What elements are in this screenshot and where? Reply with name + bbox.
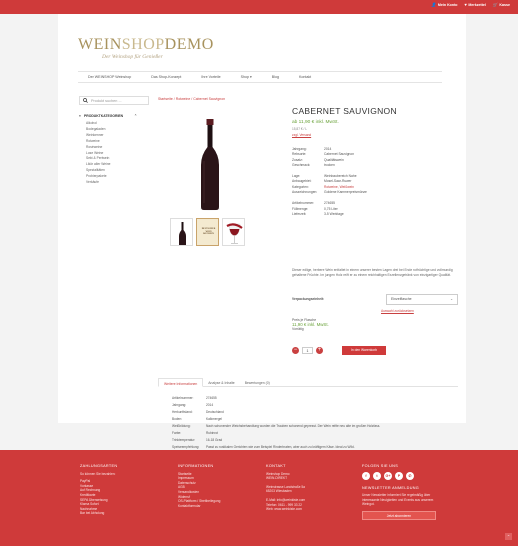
table-row: Farbe: Rubinrot: [172, 431, 219, 436]
cart-icon: 🛒: [492, 2, 498, 7]
nav-item-shop[interactable]: Shop ▾: [241, 75, 252, 79]
quantity-input[interactable]: 1: [302, 347, 313, 354]
tab-analyse[interactable]: Analyse & Inhalte: [203, 378, 239, 387]
product-info: CABERNET SAUVIGNON ab 11,90 € inkl. MwSt…: [292, 106, 458, 217]
thumbnail-label-text: DEUTSCHER WEIN ROTWEIN: [201, 228, 216, 236]
nav-item-vorteile[interactable]: Ihre Vorteile: [201, 75, 220, 79]
breadcrumb[interactable]: Startseite / Rotweine / Cabernet Sauvign…: [158, 97, 225, 101]
logo-wordmark: WEINSHOPDEMO: [78, 36, 214, 53]
menu-icon: ≡: [79, 114, 81, 118]
thumbnail-bottle[interactable]: [170, 218, 193, 246]
quantity-increase-button[interactable]: +: [316, 347, 323, 354]
table-row: Artikelnummer: 274655: [172, 396, 217, 400]
quantity-decrease-button[interactable]: −: [292, 347, 299, 354]
footer-info: INFORMATIONEN Startseite Impressum Daten…: [178, 464, 221, 509]
email-link[interactable]: E-Mail: info@weinkiste.com: [266, 498, 305, 503]
wine-glass-image: [226, 223, 243, 244]
site-footer: ZAHLUNGSARTEN So können Sie bezahlen: Pa…: [0, 450, 518, 546]
footer-link[interactable]: Bar bei Abholung: [80, 511, 117, 516]
product-tabs: Weitere Informationen Analyse & Inhalte …: [158, 378, 458, 387]
top-links: 👤 Mein Konto ♥ Merkzettel 🛒 Kasse: [431, 2, 510, 8]
packaging-row: Verpackungseinheit: Einzelflasche ⌄: [292, 292, 458, 306]
category-item[interactable]: Verkäufe: [86, 180, 111, 186]
account-link[interactable]: 👤 Mein Konto: [431, 2, 457, 8]
bottle-thumbnail-image: [179, 222, 186, 245]
pinterest-icon[interactable]: P: [395, 471, 403, 480]
table-row: Herkunftsland: Deutschland: [172, 410, 224, 415]
footer-link[interactable]: Kontaktformular: [178, 504, 220, 509]
nav-item-weinshop[interactable]: Der WEINSHOP Weinshop: [88, 75, 131, 79]
buy-row: − 1 + In den Warenkorb: [292, 346, 386, 355]
thumbnail-gallery: DEUTSCHER WEIN ROTWEIN: [170, 218, 245, 246]
shipping-link[interactable]: zzgl. Versand: [292, 133, 458, 137]
google-plus-icon[interactable]: G+: [384, 471, 392, 480]
footer-social-newsletter: FOLGEN SIE UNS f t G+ P ✆ NEWSLETTER ANM…: [362, 464, 442, 520]
newsletter-subscribe-button[interactable]: Jetzt abonnieren: [362, 510, 436, 520]
newsletter-text: Unser Newsletter informiert Sie regelmäß…: [362, 493, 434, 507]
table-row: Boden: Kalkmergel: [172, 417, 222, 422]
chevron-up-icon: ⌃: [134, 114, 137, 118]
nav-item-blog[interactable]: Blog: [272, 75, 279, 79]
footer-payment: ZAHLUNGSARTEN So können Sie bezahlen: Pa…: [80, 464, 118, 516]
category-list: Alkohol Bodegaladen Weinkenner Rotweine …: [86, 121, 111, 186]
product-title: CABERNET SAUVIGNON: [292, 106, 397, 116]
table-row: Jahrgang: 2014: [172, 403, 214, 408]
twitter-icon[interactable]: t: [373, 471, 381, 480]
unit-price-block: Preis je Flasche 11,90 € inkl. MwSt. Vor…: [292, 318, 329, 332]
category-heading[interactable]: ≡ PRODUKTKATEGORIEN ⌃: [79, 114, 137, 118]
table-row: Weißbildung: Nach schonender Weichsbehand…: [172, 424, 381, 429]
product-specs: Jahrgang: 2014 Rebsorte: Cabernet Sauvigno…: [292, 147, 367, 216]
nav-item-konzept[interactable]: Das Shop-Konzept: [151, 75, 181, 79]
add-to-cart-button[interactable]: In den Warenkorb: [342, 346, 386, 355]
wishlist-link[interactable]: ♥ Merkzettel: [464, 2, 485, 8]
tab-weitere-informationen[interactable]: Weitere Informationen: [158, 378, 204, 387]
nav-item-kontakt[interactable]: Kontakt: [299, 75, 311, 79]
packaging-select[interactable]: Einzelflasche ⌄: [386, 293, 458, 305]
social-icons: f t G+ P ✆: [362, 471, 442, 480]
price-per-liter: 15,87 € / L: [292, 127, 308, 131]
website-link[interactable]: Web: www.weinkiste.com: [266, 507, 305, 512]
facebook-icon[interactable]: f: [362, 471, 370, 480]
top-bar: 👤 Mein Konto ♥ Merkzettel 🛒 Kasse: [0, 0, 518, 14]
table-row: Trinktemperatur: 16-18 Grad: [172, 438, 223, 443]
tab-bewertungen[interactable]: Bewertungen (0): [240, 378, 275, 387]
search-icon: [83, 98, 88, 103]
scroll-to-top-button[interactable]: ⌃: [505, 533, 512, 540]
logo-tagline: Der Weinshop für Genießer: [102, 54, 163, 60]
user-icon: 👤: [431, 2, 437, 7]
stock-status: Vorrätig: [292, 327, 304, 332]
product-description: Dieser edlige, herbere Wein entfaltet in…: [292, 268, 453, 277]
search-input[interactable]: Produkt suchen ...: [79, 96, 149, 105]
cart-link[interactable]: 🛒 Kasse: [492, 2, 510, 8]
thumbnail-label[interactable]: DEUTSCHER WEIN ROTWEIN: [196, 218, 219, 246]
packaging-label: Verpackungseinheit:: [292, 297, 325, 301]
product-image[interactable]: [160, 113, 256, 213]
main-nav: Der WEINSHOP Weinshop Das Shop-Konzept I…: [78, 71, 442, 83]
product-price: ab 11,90 € inkl. MwSt.: [292, 120, 339, 125]
whatsapp-icon[interactable]: ✆: [406, 471, 414, 480]
reset-selection-link[interactable]: Auswahl zurücksetzen: [381, 309, 414, 313]
footer-contact: KONTAKT Weinshop Demo WEIN-DIREKT Weinst…: [266, 464, 306, 512]
thumbnail-glass[interactable]: [222, 218, 245, 246]
chevron-down-icon: ⌄: [450, 297, 453, 301]
site-logo[interactable]: WEINSHOPDEMO Der Weinshop für Genießer: [78, 36, 214, 61]
search-placeholder: Produkt suchen ...: [91, 98, 122, 103]
heart-icon: ♥: [464, 2, 467, 7]
